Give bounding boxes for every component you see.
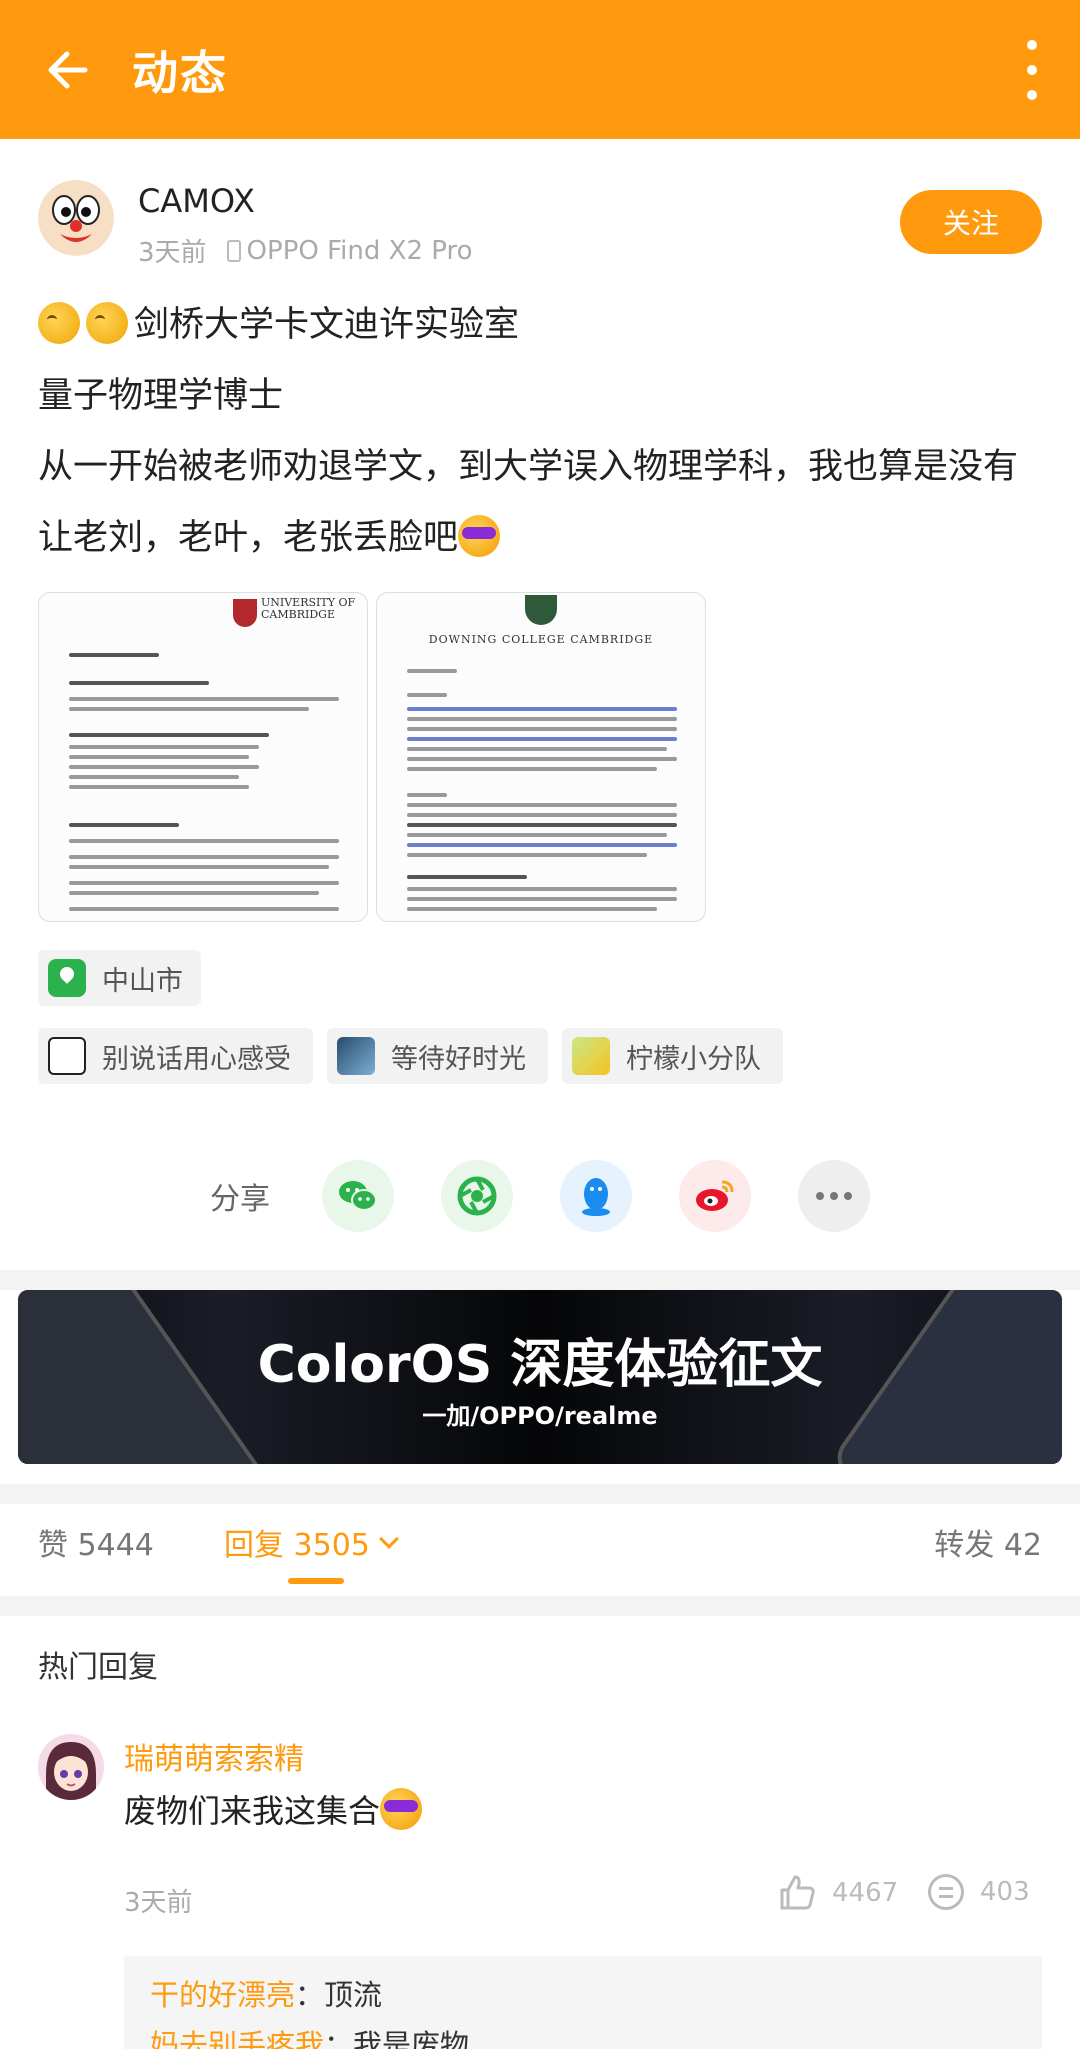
post-line-1-text: 剑桥大学卡文迪许实验室: [134, 305, 520, 345]
downing-crest-icon: [525, 595, 557, 625]
device-name: OPPO Find X2 Pro: [246, 235, 473, 266]
post-line-1: 剑桥大学卡文迪许实验室: [38, 290, 1048, 361]
sub-reply-name[interactable]: 妈去别手疼我: [150, 2028, 324, 2049]
sub-reply-text: ：顶流: [295, 1978, 383, 2012]
moments-shutter-icon: [457, 1176, 497, 1216]
promo-banner[interactable]: ColorOS 深度体验征文 一加/OPPO/realme: [18, 1290, 1062, 1464]
back-button[interactable]: [32, 35, 102, 105]
post-content: 剑桥大学卡文迪许实验室 量子物理学博士 从一开始被老师劝退学文，到大学误入物理学…: [38, 290, 1048, 574]
interaction-tabs: 赞 5444 回复 3505 转发 42: [0, 1502, 1080, 1584]
topic-tag[interactable]: 柠檬小分队: [562, 1028, 783, 1084]
landscape-icon: [337, 1037, 375, 1075]
share-wechat-button[interactable]: [322, 1160, 394, 1232]
more-dot-icon: [1027, 65, 1037, 75]
commenter-avatar[interactable]: [38, 1734, 104, 1800]
share-bar: 分享: [0, 1160, 1080, 1232]
sub-reply-item[interactable]: 干的好漂亮：顶流: [150, 1970, 1016, 2020]
sly-face-emoji-icon: [86, 302, 128, 344]
more-dot-icon: [1027, 40, 1037, 50]
topic-tag[interactable]: 等待好时光: [327, 1028, 548, 1084]
comment-text: 废物们来我这集合: [124, 1786, 428, 1832]
qq-penguin-icon: [582, 1178, 610, 1216]
share-label: 分享: [210, 1182, 270, 1217]
sub-reply-item[interactable]: 妈去别手疼我：我是废物: [150, 2020, 1016, 2049]
tab-replies-label: 回复 3505: [224, 1528, 370, 1563]
post-detail-page: 动态 CAMOX 3天前 OPPO Find X2 Pro 关注 剑桥大学卡文迪…: [0, 0, 1080, 2049]
device-info: OPPO Find X2 Pro: [226, 235, 473, 266]
post-line-3-text: 从一开始被老师劝退学文，到大学误入物理学科，我也算是没有让老刘，老叶，老张丢脸吧: [38, 447, 1019, 558]
arrow-left-icon: [48, 51, 88, 88]
sub-replies: 干的好漂亮：顶流 妈去别手疼我：我是废物: [124, 1956, 1042, 2049]
sunglasses-emoji-icon: [380, 1788, 423, 1830]
commenter-name[interactable]: 瑞萌萌索索精: [124, 1734, 304, 1778]
lemon-icon: [572, 1037, 610, 1075]
share-more-button[interactable]: [798, 1160, 870, 1232]
comment-bubble-icon: [928, 1874, 964, 1910]
comment-time: 3天前: [124, 1888, 193, 1918]
topic-tag-label: 等待好时光: [391, 1043, 526, 1075]
section-divider: [0, 1484, 1080, 1504]
topic-tag[interactable]: 别说话用心感受: [38, 1028, 313, 1084]
tab-replies[interactable]: 回复 3505: [224, 1520, 399, 1564]
sunglasses-emoji-icon: [458, 515, 501, 557]
author-avatar[interactable]: [38, 180, 114, 256]
post-line-2: 量子物理学博士: [38, 376, 284, 416]
wechat-icon: [339, 1181, 377, 1211]
section-divider: [0, 1270, 1080, 1290]
panda-meme-icon: [48, 1037, 86, 1075]
comment-like-button[interactable]: 4467: [778, 1874, 898, 1912]
location-label: 中山市: [102, 965, 183, 997]
thumbs-up-icon: [780, 1875, 815, 1910]
weibo-icon: [696, 1180, 734, 1211]
cambridge-crest-icon: [233, 599, 257, 627]
share-qq-button[interactable]: [560, 1160, 632, 1232]
more-dot-icon: [1027, 90, 1037, 100]
map-pin-icon: [48, 959, 86, 997]
post-time: 3天前: [138, 238, 207, 268]
doc1-header: UNIVERSITY OF CAMBRIDGE: [261, 596, 356, 621]
topic-tags: 别说话用心感受 等待好时光 柠檬小分队: [38, 1028, 797, 1084]
comment-reply-count: 403: [980, 1877, 1030, 1907]
post-image-downing-letter[interactable]: DOWNING COLLEGE CAMBRIDGE: [376, 592, 706, 922]
topic-tag-label: 别说话用心感受: [102, 1043, 291, 1075]
follow-button[interactable]: 关注: [900, 190, 1042, 254]
comment-like-count: 4467: [832, 1878, 899, 1908]
author-header: CAMOX 3天前 OPPO Find X2 Pro 关注: [38, 180, 1042, 270]
share-weibo-button[interactable]: [679, 1160, 751, 1232]
sub-reply-text: ：我是废物: [324, 2028, 470, 2049]
post-images: UNIVERSITY OF CAMBRIDGE DOWNING COLLEGE …: [38, 592, 708, 922]
tab-forwards[interactable]: 转发 42: [934, 1520, 1042, 1564]
post-line-3: 从一开始被老师劝退学文，到大学误入物理学科，我也算是没有让老刘，老叶，老张丢脸吧: [38, 432, 1048, 574]
topic-tag-label: 柠檬小分队: [626, 1043, 761, 1075]
comment-reply-button[interactable]: 403: [928, 1874, 1030, 1910]
page-title: 动态: [132, 45, 228, 100]
author-meta: 3天前 OPPO Find X2 Pro: [138, 232, 473, 269]
comment-text-body: 废物们来我这集合: [124, 1792, 381, 1830]
tab-likes[interactable]: 赞 5444: [38, 1520, 154, 1564]
sly-face-emoji-icon: [38, 302, 80, 344]
more-horizontal-icon: [816, 1192, 852, 1200]
location-tag[interactable]: 中山市: [38, 950, 201, 1006]
active-tab-indicator: [288, 1578, 344, 1584]
author-name[interactable]: CAMOX: [138, 182, 255, 220]
share-moments-button[interactable]: [441, 1160, 513, 1232]
doc2-header: DOWNING COLLEGE CAMBRIDGE: [428, 633, 654, 646]
section-divider: [0, 1596, 1080, 1616]
more-options-button[interactable]: [1012, 40, 1052, 100]
sub-reply-name[interactable]: 干的好漂亮: [150, 1978, 295, 2012]
chevron-down-icon: [378, 1529, 399, 1549]
banner-subtitle: 一加/OPPO/realme: [422, 1402, 658, 1430]
phone-icon: [226, 239, 241, 262]
clown-avatar-icon: [38, 180, 114, 256]
anime-girl-avatar-icon: [38, 1734, 104, 1800]
hot-replies-title: 热门回复: [38, 1650, 158, 1685]
banner-title: ColorOS 深度体验征文: [257, 1335, 823, 1395]
top-bar: 动态: [0, 0, 1080, 139]
post-image-cambridge-letter[interactable]: UNIVERSITY OF CAMBRIDGE: [38, 592, 368, 922]
